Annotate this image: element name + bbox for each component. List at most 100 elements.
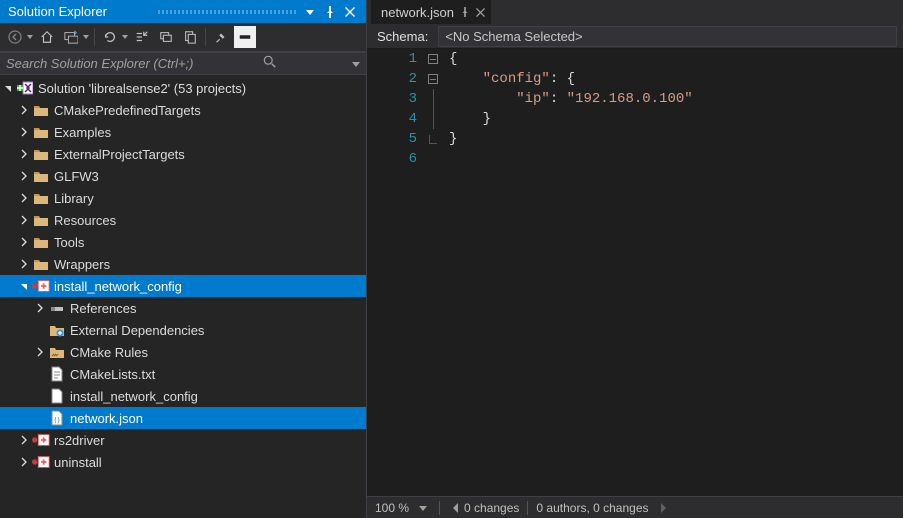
expand-icon[interactable] xyxy=(0,80,16,96)
item-label: install_network_config xyxy=(54,279,182,294)
item-label: External Dependencies xyxy=(70,323,204,338)
authors-count[interactable]: 0 authors, 0 changes xyxy=(536,501,648,515)
solution-node[interactable]: Solution 'librealsense2' (53 projects) xyxy=(0,77,366,99)
item-icon xyxy=(32,168,50,184)
sync-dropdown[interactable] xyxy=(82,35,90,39)
expand-icon[interactable] xyxy=(32,322,48,338)
folder-cmakepredefinedtargets[interactable]: CMakePredefinedTargets xyxy=(0,99,366,121)
solution-explorer-panel: Solution Explorer Search Solution Explor… xyxy=(0,0,367,518)
back-dropdown[interactable] xyxy=(26,35,34,39)
prev-change-icon[interactable] xyxy=(448,500,464,516)
expand-icon[interactable] xyxy=(16,234,32,250)
panel-title-text: Solution Explorer xyxy=(8,4,150,19)
project-uninstall[interactable]: uninstall xyxy=(0,451,366,473)
refresh-dropdown[interactable] xyxy=(121,35,129,39)
tab-close-icon[interactable] xyxy=(476,8,485,17)
expand-icon[interactable] xyxy=(16,454,32,470)
schema-label: Schema: xyxy=(377,29,428,44)
cmake-rules-node[interactable]: CMake Rules xyxy=(0,341,366,363)
item-label: CMakePredefinedTargets xyxy=(54,103,201,118)
expand-icon[interactable] xyxy=(16,124,32,140)
line-gutter: 123456 xyxy=(367,49,425,496)
expand-icon[interactable] xyxy=(32,344,48,360)
file-install-network-config[interactable]: install_network_config xyxy=(0,385,366,407)
item-icon xyxy=(48,300,66,316)
close-icon[interactable] xyxy=(342,4,358,20)
refresh-button[interactable] xyxy=(99,26,121,48)
item-icon: {} xyxy=(48,410,66,426)
schema-dropdown[interactable]: <No Schema Selected> xyxy=(438,26,897,47)
collapse-button[interactable] xyxy=(131,26,153,48)
code-editor[interactable]: 123456 { "config": { "ip": "192.168.0.10… xyxy=(367,49,903,496)
properties-button[interactable] xyxy=(210,26,232,48)
item-label: network.json xyxy=(70,411,143,426)
folder-wrappers[interactable]: Wrappers xyxy=(0,253,366,275)
expand-icon[interactable] xyxy=(16,278,32,294)
tab-pin-icon[interactable] xyxy=(460,7,470,17)
editor-statusbar: 100 % 0 changes 0 authors, 0 changes xyxy=(367,496,903,518)
item-label: ExternalProjectTargets xyxy=(54,147,185,162)
panel-grip xyxy=(158,10,298,14)
expand-icon[interactable] xyxy=(32,410,48,426)
editor-tabstrip[interactable]: network.json xyxy=(367,0,903,24)
home-button[interactable] xyxy=(36,26,58,48)
pin-icon[interactable] xyxy=(322,4,338,20)
sync-active-button[interactable] xyxy=(60,26,82,48)
search-icon[interactable] xyxy=(263,55,277,72)
item-icon xyxy=(32,454,50,470)
item-icon xyxy=(48,388,66,404)
file-cmakelists[interactable]: CMakeLists.txt xyxy=(0,363,366,385)
show-all-button[interactable] xyxy=(155,26,177,48)
schema-bar: Schema: <No Schema Selected> xyxy=(367,24,903,49)
fold-gutter[interactable] xyxy=(425,49,441,496)
folder-externalprojecttargets[interactable]: ExternalProjectTargets xyxy=(0,143,366,165)
zoom-dropdown-icon[interactable] xyxy=(415,500,431,516)
external-deps-node[interactable]: External Dependencies xyxy=(0,319,366,341)
expand-icon[interactable] xyxy=(16,432,32,448)
project-rs2driver[interactable]: rs2driver xyxy=(0,429,366,451)
file-network-json[interactable]: {} network.json xyxy=(0,407,366,429)
expand-icon[interactable] xyxy=(16,102,32,118)
item-label: CMake Rules xyxy=(70,345,148,360)
folder-resources[interactable]: Resources xyxy=(0,209,366,231)
item-label: rs2driver xyxy=(54,433,105,448)
expand-icon[interactable] xyxy=(32,300,48,316)
back-button[interactable] xyxy=(4,26,26,48)
code-lines[interactable]: { "config": { "ip": "192.168.0.100" } } xyxy=(441,49,903,496)
item-label: CMakeLists.txt xyxy=(70,367,155,382)
toggle-view-button[interactable] xyxy=(234,26,256,48)
references-node[interactable]: References xyxy=(0,297,366,319)
next-change-icon[interactable] xyxy=(655,500,671,516)
schema-value: <No Schema Selected> xyxy=(445,29,582,44)
folder-tools[interactable]: Tools xyxy=(0,231,366,253)
tab-network-json[interactable]: network.json xyxy=(371,0,491,24)
item-label: Tools xyxy=(54,235,84,250)
search-box[interactable]: Search Solution Explorer (Ctrl+;) xyxy=(0,52,366,75)
item-icon xyxy=(32,146,50,162)
expand-icon[interactable] xyxy=(16,168,32,184)
panel-menu-icon[interactable] xyxy=(302,4,318,20)
expand-icon[interactable] xyxy=(16,190,32,206)
folder-library[interactable]: Library xyxy=(0,187,366,209)
zoom-level[interactable]: 100 % xyxy=(375,501,409,515)
folder-glfw3[interactable]: GLFW3 xyxy=(0,165,366,187)
folder-examples[interactable]: Examples xyxy=(0,121,366,143)
expand-icon[interactable] xyxy=(16,146,32,162)
panel-titlebar[interactable]: Solution Explorer xyxy=(0,0,366,23)
fold-toggle-icon[interactable] xyxy=(428,74,438,84)
expand-icon[interactable] xyxy=(16,212,32,228)
changes-count[interactable]: 0 changes xyxy=(464,501,519,515)
item-label: Examples xyxy=(54,125,111,140)
expand-icon[interactable] xyxy=(16,256,32,272)
project-install-network-config[interactable]: install_network_config xyxy=(0,275,366,297)
preview-button[interactable] xyxy=(179,26,201,48)
item-label: Library xyxy=(54,191,94,206)
expand-icon[interactable] xyxy=(32,388,48,404)
item-label: install_network_config xyxy=(70,389,198,404)
search-dropdown-icon[interactable] xyxy=(352,56,360,71)
panel-toolbar xyxy=(0,23,366,52)
solution-tree[interactable]: Solution 'librealsense2' (53 projects) CM… xyxy=(0,75,366,518)
expand-icon[interactable] xyxy=(32,366,48,382)
item-icon xyxy=(32,278,50,294)
fold-toggle-icon[interactable] xyxy=(428,54,438,64)
